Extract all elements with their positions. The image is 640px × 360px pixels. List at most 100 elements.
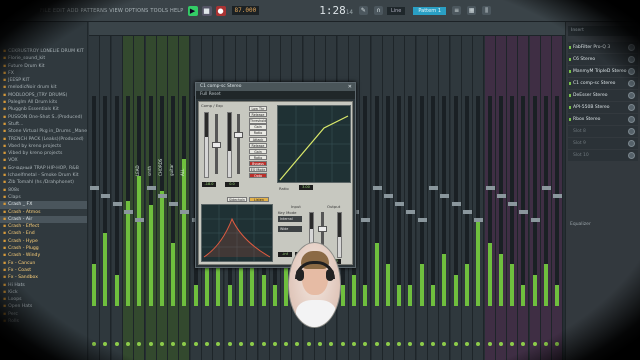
mix-knob[interactable]	[628, 152, 635, 159]
browser-item[interactable]: ▪ PUSSON One-Shot S..(Produced)	[0, 114, 87, 121]
volume-fader[interactable]	[157, 194, 167, 198]
send-switch[interactable]	[284, 342, 289, 346]
record-button[interactable]: ●	[215, 5, 226, 16]
volume-fader[interactable]	[372, 186, 382, 190]
browser-item[interactable]: ▪ Zlb Tomahl (hs /Drahphonet)	[0, 179, 87, 186]
volume-fader[interactable]	[383, 194, 393, 198]
slot-enable-led[interactable]	[569, 82, 571, 85]
plugin-button[interactable]: EQ Mode	[249, 167, 267, 173]
mixer-track[interactable]	[371, 36, 383, 360]
browser-item[interactable]: ▪ Fx - Sandbox	[0, 274, 87, 281]
browser-item[interactable]: ▪ 808s	[0, 187, 87, 194]
browser-item[interactable]: ▪ Open Hats	[0, 303, 87, 310]
piano-roll-icon[interactable]: ≡	[452, 6, 462, 15]
browser-item[interactable]: ▪ VOX	[0, 157, 87, 164]
mix-knob[interactable]	[628, 68, 635, 75]
send-switch[interactable]	[103, 342, 108, 346]
send-switch[interactable]	[351, 342, 356, 346]
snap-selector[interactable]: Line	[386, 6, 406, 15]
slot-enable-led[interactable]	[569, 94, 571, 97]
send-switch[interactable]	[431, 342, 435, 346]
browser-item[interactable]: ▪ Crash - End	[0, 230, 87, 237]
plugin-button[interactable]: Gain	[249, 124, 267, 130]
volume-fader[interactable]	[101, 194, 111, 198]
volume-fader[interactable]	[508, 202, 518, 206]
volume-fader[interactable]	[180, 210, 190, 214]
browser-item[interactable]: ▪ Crash _ FX	[0, 201, 87, 209]
browser-item[interactable]: ▪ Hi Hats	[0, 282, 87, 289]
sidechain-mode-dropdown[interactable]: Wide	[278, 226, 302, 232]
browser-item[interactable]: ▪ Crash - Windy	[0, 252, 87, 259]
mix-knob[interactable]	[628, 104, 635, 111]
mixer-track[interactable]	[529, 36, 541, 360]
send-switch[interactable]	[498, 342, 503, 346]
volume-fader[interactable]	[395, 202, 405, 206]
send-switch[interactable]	[363, 342, 368, 346]
mixer-track[interactable]: smth	[145, 36, 157, 360]
browser-item[interactable]: ▪ Crash - Hype	[0, 238, 87, 245]
output-fader[interactable]	[318, 226, 327, 232]
mixer-track[interactable]	[484, 36, 496, 360]
fx-routing-dropdown[interactable]: Insert	[568, 26, 638, 36]
mixer-track[interactable]: LEAD	[134, 36, 146, 360]
send-switch[interactable]	[555, 342, 560, 346]
volume-fader[interactable]	[519, 210, 529, 214]
send-switch[interactable]	[171, 342, 176, 346]
mixer-track[interactable]	[439, 36, 451, 360]
send-switch[interactable]	[261, 342, 266, 346]
mixer-track[interactable]: CHORDS	[156, 36, 168, 360]
pattern-selector[interactable]: Pattern 1	[413, 6, 447, 15]
browser-item[interactable]: ▪ Бочадный TRAP HIP-HOP, R&B	[0, 165, 87, 172]
browser-item[interactable]: ▪ Loops	[0, 296, 87, 303]
browser-item[interactable]: ▪ Stone Virtual Pkg in_Drums _Mane)	[0, 128, 87, 135]
volume-fader[interactable]	[112, 202, 122, 206]
browser-item[interactable]: ▪ Rolls	[0, 318, 87, 325]
fx-slot[interactable]: Rbox Stereo	[568, 114, 638, 125]
volume-fader[interactable]	[135, 218, 145, 222]
threshold-fader[interactable]	[212, 142, 221, 148]
mix-knob[interactable]	[628, 92, 635, 99]
browser-item[interactable]: ▪ melodicNoir drum kit	[0, 84, 87, 91]
plugin-button[interactable]: Release	[249, 112, 267, 118]
mix-knob[interactable]	[628, 80, 635, 87]
mixer-track[interactable]: guitar	[168, 36, 180, 360]
key-mode-dropdown[interactable]: Internal	[278, 216, 302, 222]
mixer-track[interactable]	[382, 36, 394, 360]
mixer-track[interactable]	[473, 36, 485, 360]
magnet-icon[interactable]: ∩	[373, 6, 383, 15]
send-switch[interactable]	[487, 342, 492, 346]
browser-item[interactable]: ▪ JEESP KIT	[0, 77, 87, 84]
browser-item[interactable]: ▪ Crash - Effect	[0, 223, 87, 230]
volume-fader[interactable]	[440, 194, 450, 198]
mixer-track[interactable]	[100, 36, 112, 360]
plugin-preset-bar[interactable]: Full Reset	[196, 91, 355, 99]
browser-item[interactable]: ▪ Ichaelfmetal - Smoke Drum Kit	[0, 172, 87, 179]
mixer-track[interactable]	[507, 36, 519, 360]
slot-enable-led[interactable]	[569, 118, 571, 121]
send-switch[interactable]	[453, 342, 458, 346]
fx-slot[interactable]: Slot 9	[568, 138, 638, 149]
mix-knob[interactable]	[628, 44, 635, 51]
plugin-button[interactable]: Ratio	[249, 154, 267, 161]
play-button[interactable]: ▶	[187, 5, 198, 16]
send-switch[interactable]	[374, 342, 379, 346]
browser-item[interactable]: ▪ Stuft...	[0, 121, 87, 128]
volume-fader[interactable]	[361, 218, 371, 222]
browser-item[interactable]: ▪ Kick	[0, 289, 87, 296]
browser-item[interactable]: ▪ Perc	[0, 311, 87, 318]
mixer-track[interactable]	[450, 36, 462, 360]
browser-item[interactable]: ▪ Fx - Cancun	[0, 260, 87, 267]
send-switch[interactable]	[216, 342, 221, 346]
send-switch[interactable]	[329, 342, 334, 346]
browser-item[interactable]: ▪ Future Drum Kit	[0, 63, 87, 70]
slot-enable-led[interactable]	[569, 46, 571, 49]
close-icon[interactable]: ✕	[348, 83, 352, 91]
volume-fader[interactable]	[485, 186, 495, 190]
mix-knob[interactable]	[628, 116, 635, 123]
browser-item[interactable]: ▪ FX	[0, 70, 87, 77]
volume-fader[interactable]	[90, 186, 99, 190]
mix-knob[interactable]	[628, 56, 635, 63]
plugin-titlebar[interactable]: C1 comp-sc Stereo ✕	[196, 83, 355, 91]
send-switch[interactable]	[148, 342, 153, 346]
send-switch[interactable]	[272, 342, 277, 346]
